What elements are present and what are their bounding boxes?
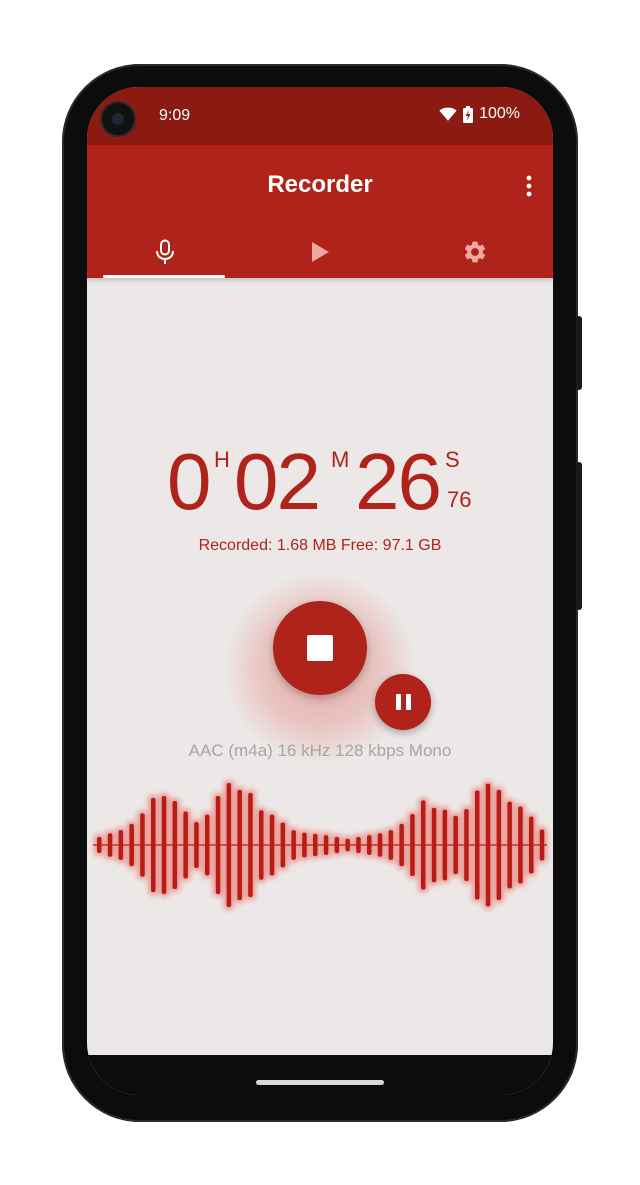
waveform-bar	[248, 792, 253, 898]
waveform-bar	[183, 811, 188, 879]
waveform-bar	[431, 807, 437, 883]
waveform-bar	[280, 822, 286, 868]
tab-indicator	[103, 275, 225, 278]
status-icons: 100%	[439, 105, 520, 123]
waveform-bar	[377, 833, 383, 857]
pause-icon-bar-right	[405, 694, 411, 710]
waveform-bar	[97, 836, 102, 854]
waveform-bar	[237, 789, 242, 901]
gear-icon	[464, 241, 485, 262]
waveform-bar	[485, 783, 491, 907]
waveform-bar	[507, 801, 512, 889]
waveform-bar	[205, 814, 210, 876]
timer-hours: 0	[167, 437, 211, 526]
waveform-bar	[410, 814, 415, 876]
tab-record[interactable]	[87, 225, 242, 278]
waveform-bar	[334, 836, 340, 854]
timer-seconds: 26	[355, 437, 442, 526]
play-icon	[311, 241, 329, 262]
waveform-bar	[421, 800, 426, 890]
overflow-menu-button[interactable]	[521, 171, 537, 201]
waveform-bar	[442, 809, 448, 881]
waveform-bar	[194, 822, 199, 868]
waveform-bar	[464, 809, 469, 881]
microphone-icon	[155, 239, 174, 264]
tab-playback[interactable]	[242, 225, 397, 278]
waveform-bar	[313, 833, 318, 857]
status-bar: 9:09 100%	[87, 87, 553, 145]
timer-hours-unit: H	[214, 447, 230, 472]
volume-button	[576, 462, 582, 610]
waveform-bar	[118, 830, 124, 860]
stop-button[interactable]	[273, 601, 367, 695]
waveform-bar	[215, 796, 221, 894]
pause-icon-bar-left	[395, 694, 401, 710]
wifi-icon	[439, 107, 457, 121]
waveform-bar	[140, 813, 145, 877]
waveform-bar	[291, 830, 296, 860]
power-button	[576, 316, 582, 390]
battery-percent: 100%	[479, 105, 520, 122]
waveform-bar	[129, 823, 134, 867]
waveform-bar	[399, 823, 404, 867]
recording-timer: 0 H 02 M 26 S 76	[87, 437, 553, 527]
navigation-bar	[87, 1055, 553, 1095]
tab-settings[interactable]	[397, 225, 552, 278]
waveform-bar	[226, 783, 232, 907]
waveform-bar	[259, 810, 264, 880]
waveform-bar	[539, 829, 545, 861]
waveform-bar	[388, 830, 394, 860]
waveform-bar	[453, 815, 458, 875]
waveform-bar	[107, 833, 113, 857]
timer-hundredths: 76	[447, 487, 472, 512]
stop-icon	[307, 635, 333, 661]
waveform-bar	[323, 835, 329, 855]
waveform-bar	[161, 796, 167, 894]
waveform-bar	[367, 835, 372, 855]
waveform-bar	[302, 832, 307, 858]
waveform-bar	[529, 816, 534, 874]
recorded-info: Recorded: 1.68 MB Free: 97.1 GB	[198, 537, 442, 554]
more-vert-icon	[526, 175, 532, 197]
app-title: Recorder	[267, 171, 373, 198]
timer-minutes: 02	[234, 437, 321, 526]
waveform-bar	[269, 814, 275, 876]
format-info: AAC (m4a) 16 kHz 128 kbps Mono	[188, 741, 452, 760]
waveform-bar	[151, 797, 156, 893]
waveform-bar	[356, 836, 361, 854]
app-toolbar: Recorder	[87, 145, 553, 278]
battery-charging-icon	[463, 105, 474, 123]
waveform-bar	[496, 789, 502, 901]
waveform-bar	[172, 800, 178, 890]
front-camera	[102, 103, 134, 135]
status-time: 9:09	[159, 107, 191, 124]
pause-button[interactable]	[375, 674, 431, 730]
audio-waveform	[93, 780, 547, 910]
timer-seconds-unit: S	[445, 447, 460, 472]
phone-screen: 9:09 100% Recorder 0 H 02 M 26 S 76 Reco…	[87, 87, 553, 1095]
timer-minutes-unit: M	[331, 447, 350, 472]
waveform-bar	[345, 838, 350, 852]
waveform-bar	[518, 806, 523, 884]
waveform-bar	[475, 790, 480, 900]
home-gesture-handle[interactable]	[256, 1080, 384, 1085]
